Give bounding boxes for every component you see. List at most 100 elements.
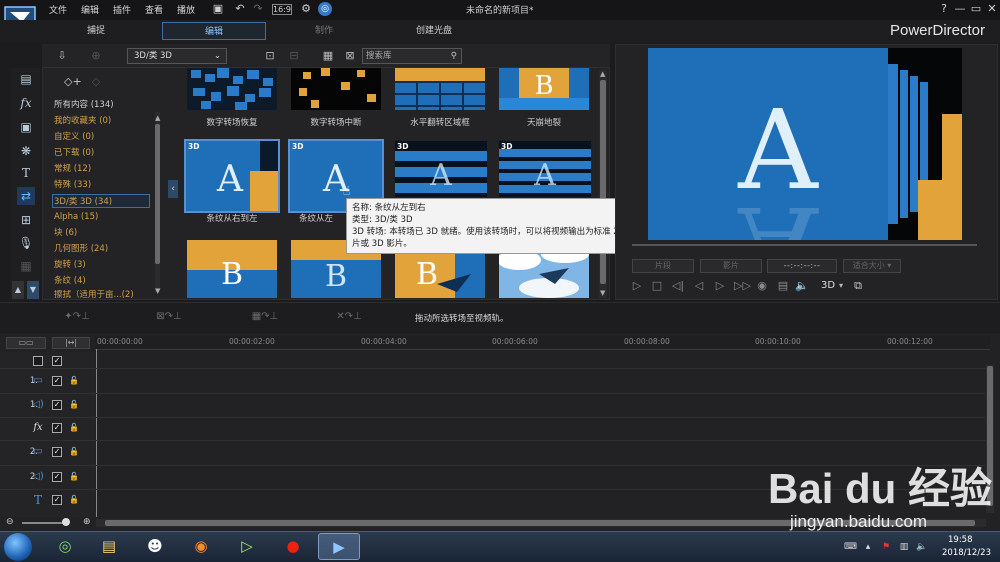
voice-over-icon[interactable]: 🎙 [17,234,35,252]
qq-icon[interactable]: ☻ [134,533,176,560]
delete-tag-icon[interactable]: ◇ [88,74,104,90]
fit-size-select[interactable]: 适合大小 ▾ [843,259,901,273]
track-enable-checkbox[interactable]: ✓ [52,423,62,433]
transition-thumb[interactable]: B [499,68,589,110]
enable-all-tracks-checkbox[interactable]: ✓ [52,356,62,366]
step-back-icon[interactable]: ◁ [692,279,706,293]
close-button[interactable]: ✕ [984,2,1000,16]
clock-time[interactable]: 19:58 [948,535,973,545]
start-button-icon[interactable] [4,533,32,561]
category-item[interactable]: 特殊 (33) [54,178,152,192]
media-player-icon[interactable]: ▷ [226,533,268,560]
redo-icon[interactable]: ↷ [251,2,265,16]
category-item[interactable]: 自定义 (0) [54,130,152,144]
transition-thumb[interactable] [187,68,277,110]
transition-thumb[interactable] [291,68,381,110]
zoom-in-icon[interactable]: ⊕ [83,517,91,527]
fit-timeline-button[interactable]: |↔| [52,337,90,349]
transition-crossfade-icon[interactable]: ⊠↷⊥ [150,310,188,324]
powerdirector-taskbar-icon[interactable]: ▶ [318,533,360,560]
lock-icon[interactable]: 🔓 [69,400,79,410]
grid-view-icon[interactable]: ▦ [320,48,336,64]
import-media-icon[interactable]: ⇩ [54,48,70,64]
lock-icon[interactable]: 🔓 [69,447,79,457]
fx-room-icon[interactable]: fx [17,94,35,112]
menu-edit[interactable]: 编辑 [81,3,99,16]
add-tag-icon[interactable]: ◇+ [64,74,82,90]
minimize-button[interactable]: — [952,2,968,16]
browser-360-icon[interactable]: ◎ [44,533,86,560]
scroll-up-arrow-icon[interactable]: ▲ [600,70,605,78]
file-explorer-icon[interactable]: ▤ [88,533,130,560]
collapse-panel-button[interactable]: ‹ [168,180,178,198]
timecode-field[interactable]: --:--:--:-- [767,259,837,273]
track-enable-checkbox[interactable]: ✓ [52,447,62,457]
scroll-down-arrow-icon[interactable]: ▼ [600,289,605,297]
lock-icon[interactable]: 🔓 [69,472,79,482]
subtitle-icon[interactable]: ▤ [776,279,790,293]
search-input[interactable]: 搜索库 ⚲ [362,48,462,64]
tab-capture[interactable]: 捕捉 [44,22,148,40]
settings-gear-icon[interactable]: ⚙ [299,2,313,16]
lock-icon[interactable]: 🔓 [69,495,79,505]
menu-view[interactable]: 查看 [145,3,163,16]
flag-tray-icon[interactable]: ⚑ [880,541,892,553]
keyboard-tray-icon[interactable]: ⌨ [844,541,857,553]
volume-icon[interactable]: 🔈 [795,279,809,293]
aspect-ratio-icon[interactable]: 16:9 [272,4,292,15]
track-enable-checkbox[interactable]: ✓ [52,495,62,505]
category-item[interactable]: 条纹 (4) [54,274,152,288]
movie-mode-button[interactable]: 影片 [700,259,762,273]
lock-icon[interactable]: 🔓 [69,376,79,386]
chevron-down-icon[interactable]: ▾ [834,279,848,293]
transition-thumb[interactable] [395,68,485,110]
clock-date[interactable]: 2018/12/23 [942,548,991,558]
restore-button[interactable]: ▭ [968,2,984,16]
save-icon[interactable]: ▣ [211,2,225,16]
previous-frame-icon[interactable]: ◁| [671,279,685,293]
category-item[interactable]: 已下载 (0) [54,146,152,160]
snapshot-icon[interactable]: ◉ [755,279,769,293]
zoom-out-icon[interactable]: ⊖ [6,517,14,527]
menu-file[interactable]: 文件 [49,3,67,16]
clip-mode-button[interactable]: 片段 [632,259,694,273]
transition-room-icon[interactable]: ⇄ [17,187,35,205]
remove-icon[interactable]: ⊟ [286,48,302,64]
network-tray-icon[interactable]: ▥ [898,541,910,553]
preview-seek-bar[interactable] [632,244,977,246]
pip-room-icon[interactable]: ▣ [17,118,35,136]
tab-edit[interactable]: 编辑 [162,22,266,40]
menu-playback[interactable]: 播放 [177,3,195,16]
title-room-icon[interactable]: T [17,164,35,182]
scroll-down-arrow-icon[interactable]: ▼ [155,287,160,295]
category-item[interactable]: Alpha (15) [54,210,152,224]
undo-icon[interactable]: ↶ [233,2,247,16]
category-item[interactable]: 几何图形 (24) [54,242,152,256]
tab-produce[interactable]: 制作 [272,22,376,40]
audio-mix-room-icon[interactable]: ⊞ [17,211,35,229]
category-item[interactable]: 我的收藏夹 (0) [54,114,152,128]
category-scroll-thumb[interactable] [155,124,160,264]
track-enable-checkbox[interactable]: ✓ [52,376,62,386]
scroll-up-icon[interactable]: ▲ [12,281,24,299]
add-to-timeline-icon[interactable]: ⊡ [262,48,278,64]
timeline-zoom-slider[interactable] [22,522,66,524]
category-item[interactable]: 块 (6) [54,226,152,240]
upgrade-icon[interactable]: ◎ [318,2,332,16]
search-icon[interactable]: ⚲ [451,49,457,63]
scroll-down-icon[interactable]: ▼ [27,281,39,299]
zoom-slider-handle[interactable] [62,518,70,526]
show-hidden-icons-icon[interactable]: ▴ [862,541,874,553]
help-button[interactable]: ? [936,2,952,16]
undock-preview-icon[interactable]: ⧉ [851,279,865,293]
firefox-icon[interactable]: ◉ [180,533,222,560]
track-enable-checkbox[interactable]: ✓ [52,400,62,410]
track-enable-checkbox[interactable]: ✓ [52,472,62,482]
step-forward-icon[interactable]: ▷ [713,279,727,293]
play-icon[interactable]: ▷ [630,279,644,293]
fast-forward-icon[interactable]: ▷▷ [734,279,751,293]
select-all-tracks-checkbox[interactable] [33,356,43,366]
transition-thumb[interactable]: B [187,240,277,298]
media-room-icon[interactable]: ▤ [17,70,35,88]
chapter-room-icon[interactable]: ▦ [17,257,35,275]
